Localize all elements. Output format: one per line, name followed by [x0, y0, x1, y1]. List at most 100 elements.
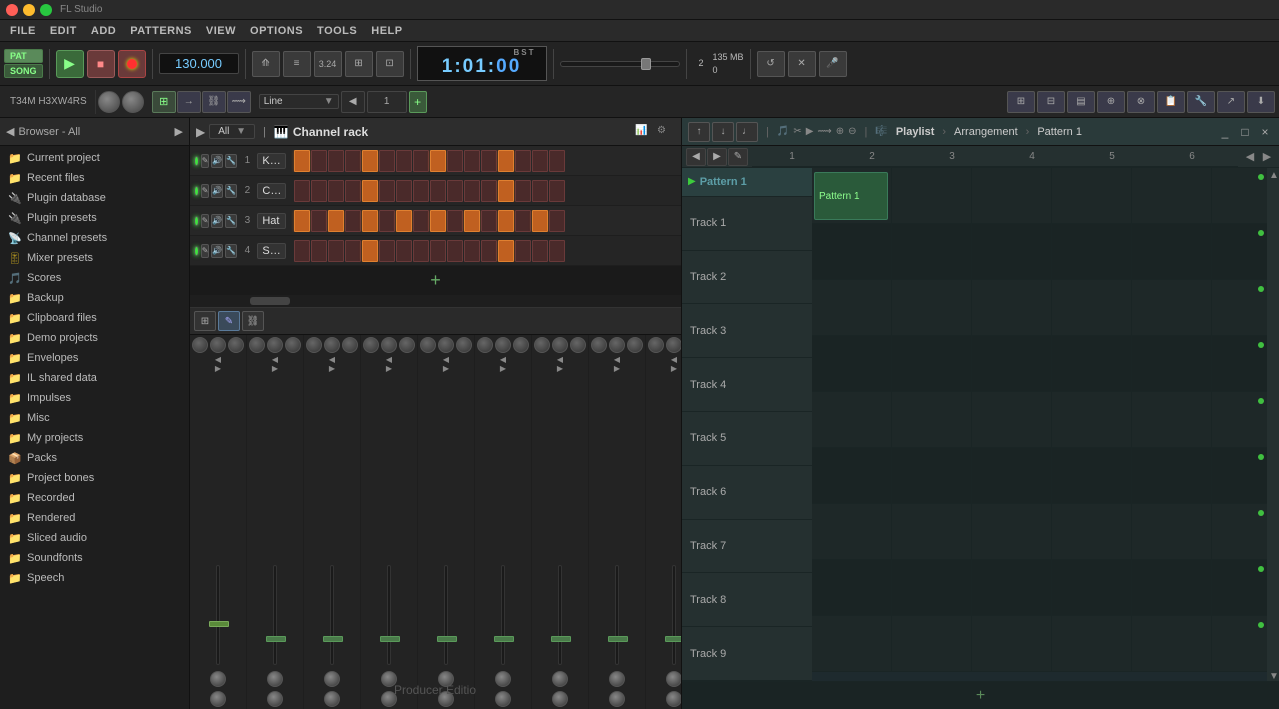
channel-name-3[interactable]: Snare — [257, 243, 286, 259]
menu-help[interactable]: HELP — [365, 23, 408, 39]
pad-1-12[interactable] — [498, 180, 514, 202]
pad-2-6[interactable] — [396, 210, 412, 232]
pad-1-14[interactable] — [532, 180, 548, 202]
track-label-1[interactable]: Track 2 — [682, 251, 812, 305]
mixer-bottom-1[interactable] — [267, 671, 283, 687]
pad-0-13[interactable] — [515, 150, 531, 172]
pad-2-5[interactable] — [379, 210, 395, 232]
menu-patterns[interactable]: PATTERNS — [124, 23, 198, 39]
grid-cell-5-0[interactable] — [812, 448, 892, 503]
mixer-fader-track-1[interactable] — [273, 565, 277, 665]
toolbar-icon-5[interactable]: ⊡ — [376, 51, 404, 77]
grid-cell-7-2[interactable] — [972, 560, 1052, 615]
pad-0-1[interactable] — [311, 150, 327, 172]
pattern-block[interactable]: Pattern 1 — [814, 172, 888, 220]
grid-cell-3-1[interactable] — [892, 336, 972, 391]
mixer-knob-8-0[interactable] — [648, 337, 664, 353]
mixer-knob-5-2[interactable] — [513, 337, 529, 353]
menu-tools[interactable]: TOOLS — [311, 23, 363, 39]
pad-3-1[interactable] — [311, 240, 327, 262]
song-button[interactable]: SONG — [4, 64, 43, 78]
mixer-fader-track-5[interactable] — [501, 565, 505, 665]
mixer-tab-3[interactable]: ⛓ — [242, 311, 264, 331]
channel-mini-btn-0-0[interactable]: ✎ — [201, 154, 210, 168]
mixer-fader-track-2[interactable] — [330, 565, 334, 665]
grid-cell-6-3[interactable] — [1052, 504, 1132, 559]
mixer-fader-thumb-7[interactable] — [608, 636, 628, 642]
pad-3-14[interactable] — [532, 240, 548, 262]
mixer-knob-7-1[interactable] — [609, 337, 625, 353]
mixer-fader-track-8[interactable] — [672, 565, 676, 665]
pl-right-scrollbar[interactable]: ▲ ▼ — [1267, 168, 1279, 681]
grid-cell-2-0[interactable] — [812, 280, 892, 335]
channel-mini-btn-2-2[interactable]: 🔧 — [225, 214, 237, 228]
pad-3-7[interactable] — [413, 240, 429, 262]
grid-cell-1-3[interactable] — [1052, 224, 1132, 279]
track-label-4[interactable]: Track 5 — [682, 412, 812, 466]
mixer-bottom-2[interactable] — [324, 671, 340, 687]
pl-nav-1[interactable]: ◀ — [686, 148, 706, 166]
mixer-knob-7-0[interactable] — [591, 337, 607, 353]
sidebar-item-recorded[interactable]: 📁Recorded — [0, 488, 189, 508]
pad-2-2[interactable] — [328, 210, 344, 232]
grid-cell-0-2[interactable] — [972, 168, 1052, 223]
tb-r-9[interactable]: ⬇ — [1247, 91, 1275, 113]
pad-0-4[interactable] — [362, 150, 378, 172]
grid-cell-2-1[interactable] — [892, 280, 972, 335]
mic-button[interactable]: 🎤 — [819, 51, 847, 77]
channel-mini-btn-1-2[interactable]: 🔧 — [225, 184, 237, 198]
mixer-right-arrow-0[interactable]: ▶ — [215, 364, 221, 373]
pl-restore-btn[interactable]: □ — [1237, 124, 1253, 140]
pl-scroll-up[interactable]: ▲ — [1269, 170, 1277, 178]
track-label-2[interactable]: Track 3 — [682, 304, 812, 358]
mixer-left-arrow-1[interactable]: ◀ — [272, 355, 278, 364]
channel-name-1[interactable]: Clap — [257, 183, 286, 199]
pad-1-10[interactable] — [464, 180, 480, 202]
pad-1-7[interactable] — [413, 180, 429, 202]
mixer-knob-3-1[interactable] — [381, 337, 397, 353]
pad-2-8[interactable] — [430, 210, 446, 232]
track-row-0[interactable]: Pattern 1 — [812, 168, 1267, 224]
pl-btn-1[interactable]: ↑ — [688, 122, 710, 142]
pl-minimize-btn[interactable]: _ — [1217, 124, 1233, 140]
grid-cell-1-2[interactable] — [972, 224, 1052, 279]
pad-1-0[interactable] — [294, 180, 310, 202]
mixer-fader-thumb-6[interactable] — [551, 636, 571, 642]
mixer-bottom-7[interactable] — [609, 671, 625, 687]
pad-3-8[interactable] — [430, 240, 446, 262]
pad-0-12[interactable] — [498, 150, 514, 172]
channel-mini-btn-0-1[interactable]: 🔊 — [211, 154, 223, 168]
mixer-fader-track-4[interactable] — [444, 565, 448, 665]
menu-file[interactable]: FILE — [4, 23, 42, 39]
pad-0-6[interactable] — [396, 150, 412, 172]
channel-name-0[interactable]: Kick — [257, 153, 286, 169]
track-label-0[interactable]: Track 1 — [682, 197, 812, 251]
tb-r-4[interactable]: ⊕ — [1097, 91, 1125, 113]
grid-cell-0-1[interactable] — [892, 168, 972, 223]
tb-r-2[interactable]: ⊟ — [1037, 91, 1065, 113]
mixer-left-arrow-3[interactable]: ◀ — [386, 355, 392, 364]
pad-1-4[interactable] — [362, 180, 378, 202]
sidebar-item-demo-projects[interactable]: 📁Demo projects — [0, 328, 189, 348]
grid-cell-7-1[interactable] — [892, 560, 972, 615]
pad-3-6[interactable] — [396, 240, 412, 262]
pad-1-11[interactable] — [481, 180, 497, 202]
pad-0-2[interactable] — [328, 150, 344, 172]
track-row-2[interactable] — [812, 280, 1267, 336]
mixer-knob-4-2[interactable] — [456, 337, 472, 353]
sidebar-back-icon[interactable]: ◀ — [6, 125, 14, 138]
grid-cell-8-0[interactable] — [812, 616, 892, 671]
track-row-3[interactable] — [812, 336, 1267, 392]
grid-cell-2-4[interactable] — [1132, 280, 1212, 335]
sidebar-item-mixer-presets[interactable]: 🎚Mixer presets — [0, 248, 189, 268]
channel-led-1[interactable] — [194, 186, 199, 196]
pl-scroll-left[interactable]: ◀ — [1242, 148, 1258, 166]
mixer-fader-track-6[interactable] — [558, 565, 562, 665]
sidebar-item-soundfonts[interactable]: 📁Soundfonts — [0, 548, 189, 568]
mixer-knob-2-1[interactable] — [324, 337, 340, 353]
pad-2-9[interactable] — [447, 210, 463, 232]
pad-0-11[interactable] — [481, 150, 497, 172]
sidebar-item-scores[interactable]: 🎵Scores — [0, 268, 189, 288]
grid-cell-8-1[interactable] — [892, 616, 972, 671]
pl-zoom-minus[interactable]: ⊖ — [848, 126, 856, 137]
